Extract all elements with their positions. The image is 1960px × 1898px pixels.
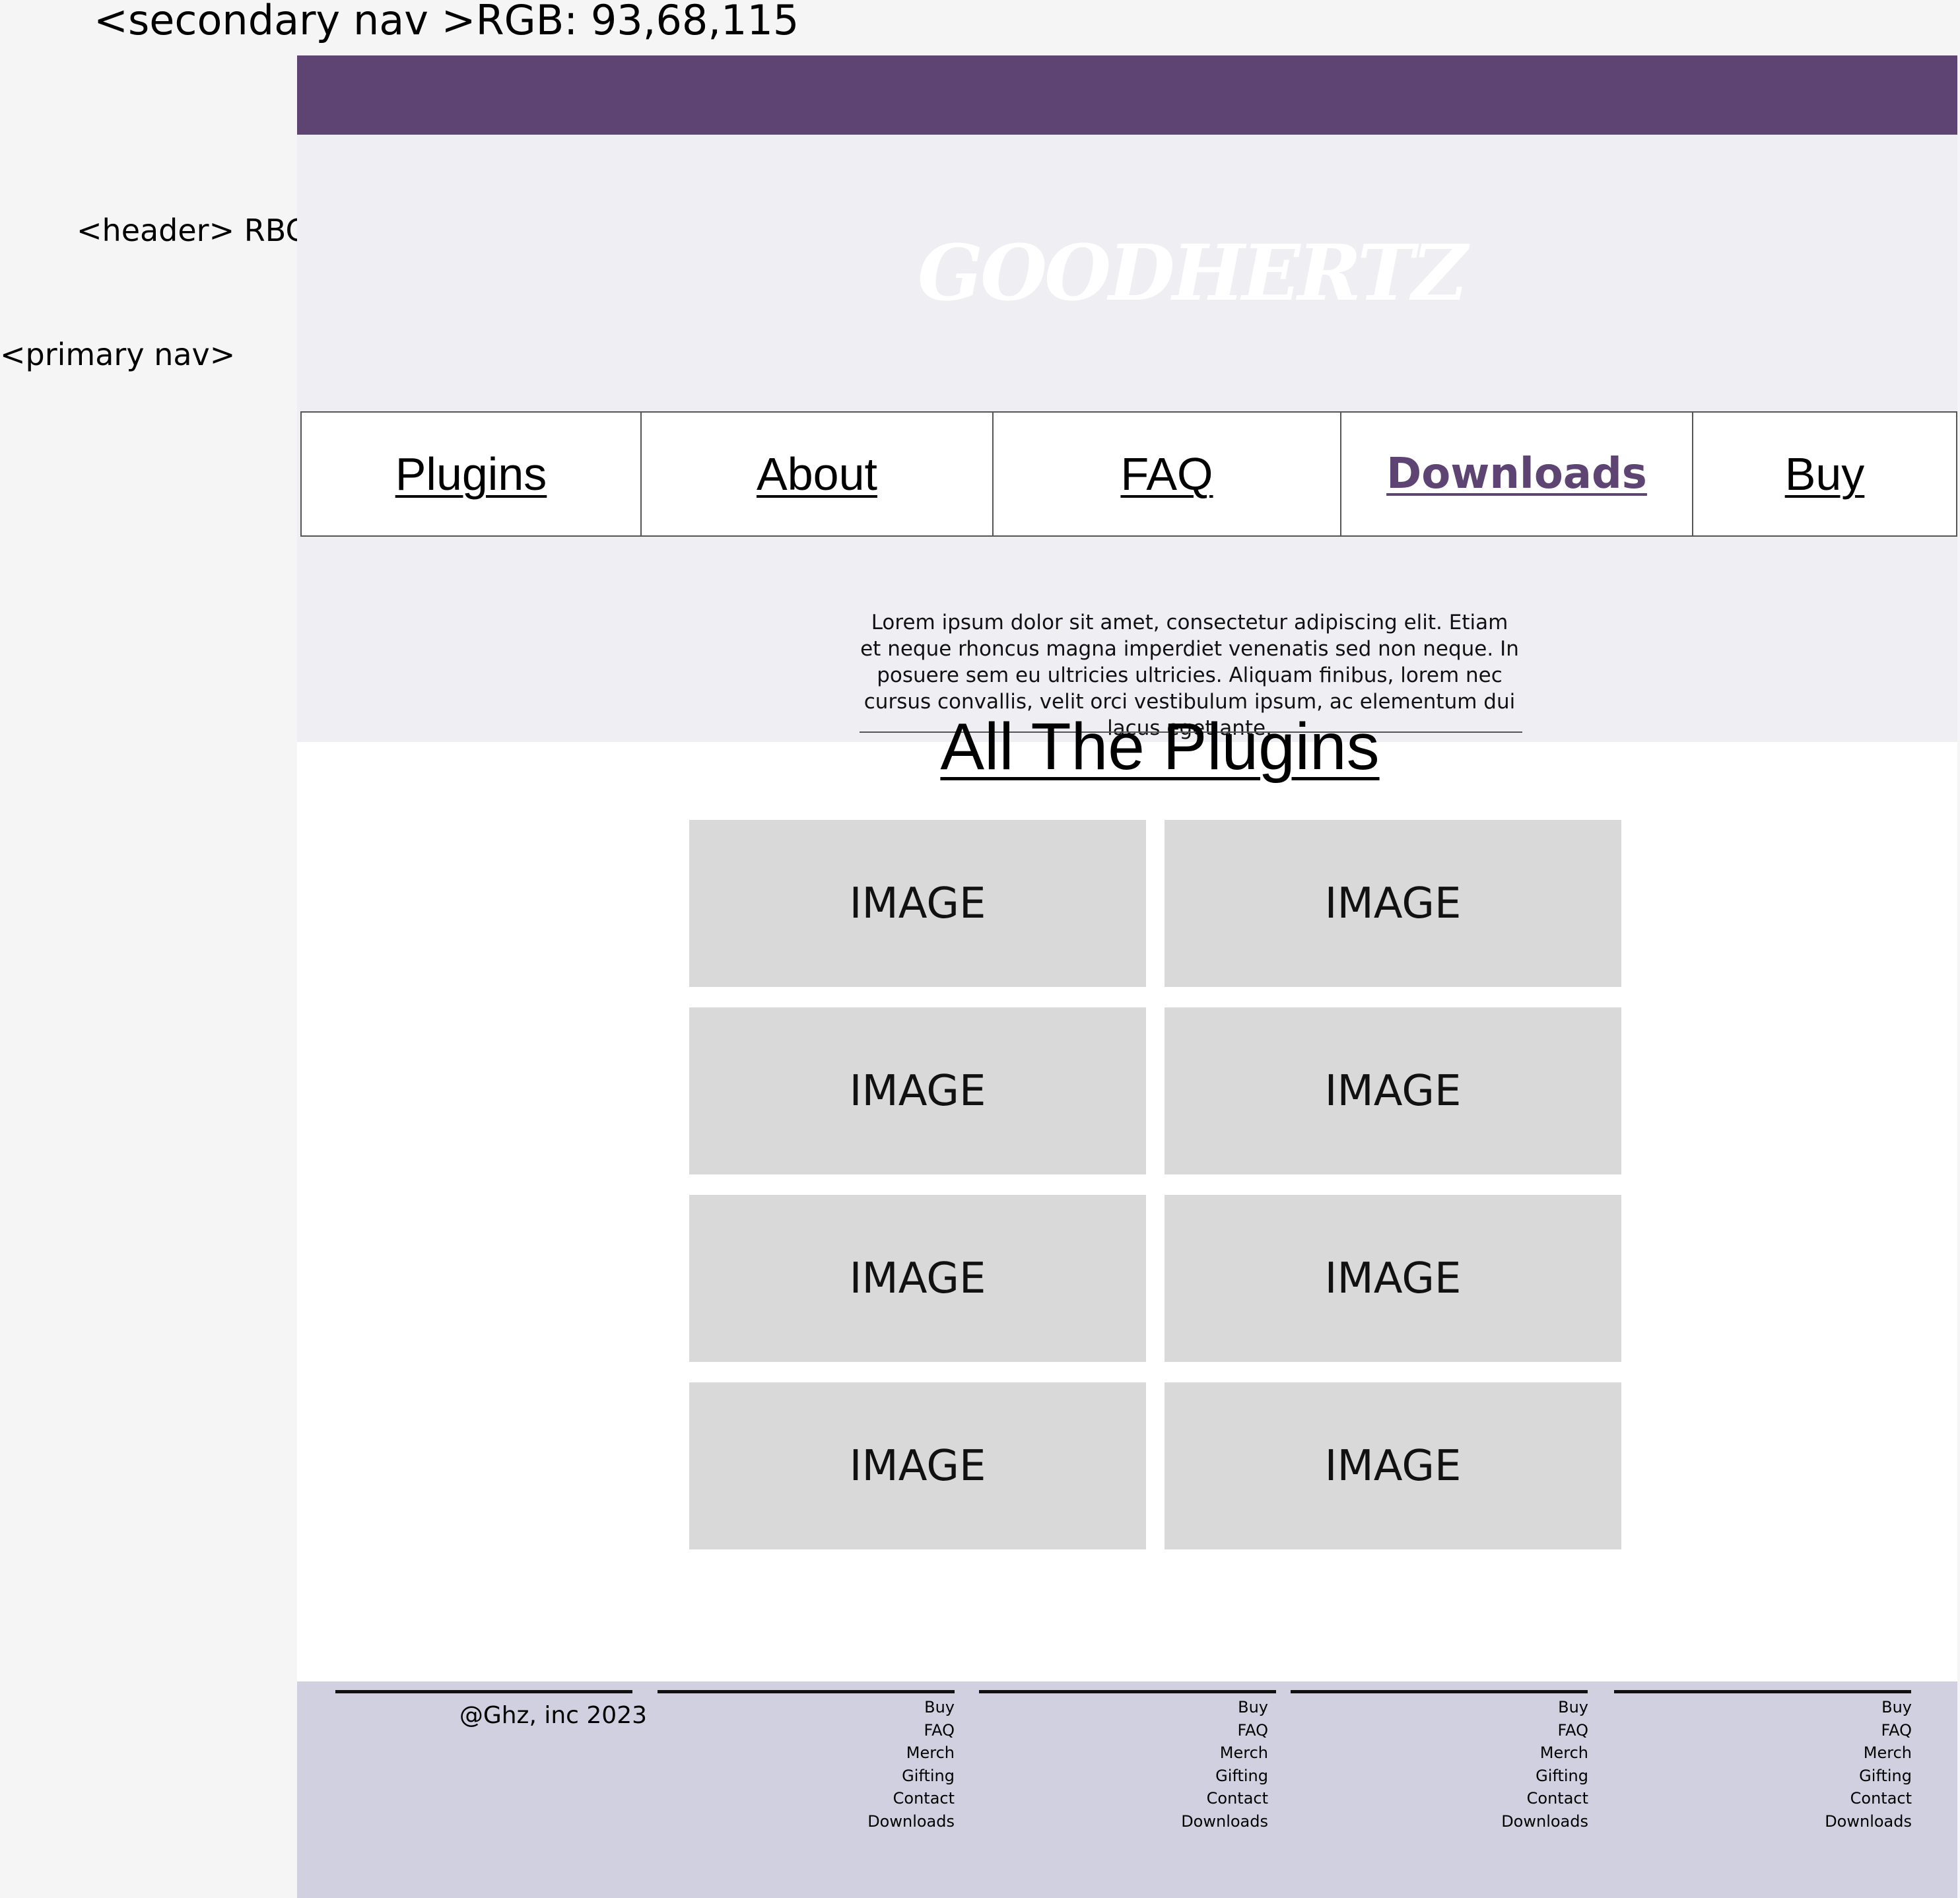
footer-link-faq[interactable]: FAQ (1714, 1719, 1912, 1742)
footer-link-gifting[interactable]: Gifting (1714, 1765, 1912, 1788)
footer-link-column: Buy FAQ Merch Gifting Contact Downloads (1390, 1696, 1588, 1833)
nav-link-downloads[interactable]: Downloads (1386, 450, 1647, 498)
footer-link-faq[interactable]: FAQ (1070, 1719, 1269, 1742)
footer-link-column: Buy FAQ Merch Gifting Contact Downloads (1070, 1696, 1268, 1833)
footer-divider (1614, 1690, 1911, 1693)
nav-item-faq[interactable]: FAQ (992, 411, 1341, 537)
footer-link-downloads[interactable]: Downloads (1070, 1810, 1268, 1833)
footer-divider (335, 1690, 632, 1693)
footer-link-column: Buy FAQ Merch Gifting Contact Downloads (1714, 1696, 1912, 1833)
nav-item-downloads[interactable]: Downloads (1340, 411, 1693, 537)
footer-link-merch[interactable]: Merch (757, 1742, 955, 1765)
footer-link-merch[interactable]: Merch (1070, 1742, 1268, 1765)
nav-link-about[interactable]: About (757, 448, 877, 500)
footer-divider (658, 1690, 955, 1693)
header-annotation: <header> RBG: (77, 215, 300, 246)
footer-link-contact[interactable]: Contact (1070, 1787, 1268, 1810)
primary-nav: Plugins About FAQ Downloads Buy (300, 411, 1957, 537)
nav-link-faq[interactable]: FAQ (1120, 448, 1213, 500)
footer-link-contact[interactable]: Contact (1714, 1787, 1912, 1810)
secondary-nav (297, 55, 1957, 135)
plugin-image-tile[interactable]: IMAGE (689, 1382, 1146, 1549)
plugins-heading-text: All The Plugins (940, 710, 1380, 784)
plugin-image-tile[interactable]: IMAGE (1165, 1007, 1621, 1174)
footer-link-faq[interactable]: FAQ (1390, 1719, 1589, 1742)
footer-link-merch[interactable]: Merch (1390, 1742, 1588, 1765)
primary-nav-annotation: <primary nav> (0, 337, 236, 372)
footer-link-downloads[interactable]: Downloads (1714, 1810, 1912, 1833)
footer-link-merch[interactable]: Merch (1714, 1742, 1912, 1765)
plugin-image-tile[interactable]: IMAGE (689, 820, 1146, 987)
secondary-nav-annotation: <secondary nav >RGB: 93,68,115 (94, 0, 799, 44)
footer-link-buy[interactable]: Buy (1070, 1696, 1268, 1719)
plugins-heading: All The Plugins (297, 709, 1957, 785)
footer-link-downloads[interactable]: Downloads (1390, 1810, 1588, 1833)
page-frame: GOODHERTZ Plugins About FAQ Downloads Bu… (297, 55, 1957, 1898)
plugin-image-tile[interactable]: IMAGE (689, 1007, 1146, 1174)
nav-link-plugins[interactable]: Plugins (395, 448, 547, 500)
footer-divider (1291, 1690, 1588, 1693)
header: GOODHERTZ Plugins About FAQ Downloads Bu… (297, 135, 1957, 742)
nav-item-buy[interactable]: Buy (1692, 411, 1957, 537)
footer-link-contact[interactable]: Contact (757, 1787, 955, 1810)
goodhertz-logo[interactable]: GOODHERTZ (918, 235, 1468, 312)
footer-link-buy[interactable]: Buy (1714, 1696, 1912, 1719)
footer-divider (979, 1690, 1276, 1693)
footer-link-gifting[interactable]: Gifting (1390, 1765, 1588, 1788)
footer-link-gifting[interactable]: Gifting (1070, 1765, 1268, 1788)
nav-item-about[interactable]: About (640, 411, 994, 537)
footer-link-faq[interactable]: FAQ (757, 1719, 955, 1742)
nav-link-buy[interactable]: Buy (1785, 448, 1865, 500)
footer-link-contact[interactable]: Contact (1390, 1787, 1588, 1810)
footer-link-downloads[interactable]: Downloads (757, 1810, 955, 1833)
footer-link-buy[interactable]: Buy (757, 1696, 955, 1719)
plugin-image-tile[interactable]: IMAGE (1165, 820, 1621, 987)
copyright-text: @Ghz, inc 2023 (459, 1702, 647, 1729)
nav-item-plugins[interactable]: Plugins (300, 411, 642, 537)
plugin-image-tile[interactable]: IMAGE (689, 1195, 1146, 1362)
plugin-image-tile[interactable]: IMAGE (1165, 1195, 1621, 1362)
plugin-image-tile[interactable]: IMAGE (1165, 1382, 1621, 1549)
footer-link-gifting[interactable]: Gifting (757, 1765, 955, 1788)
footer-link-column: Buy FAQ Merch Gifting Contact Downloads (757, 1696, 955, 1833)
footer-link-buy[interactable]: Buy (1390, 1696, 1588, 1719)
